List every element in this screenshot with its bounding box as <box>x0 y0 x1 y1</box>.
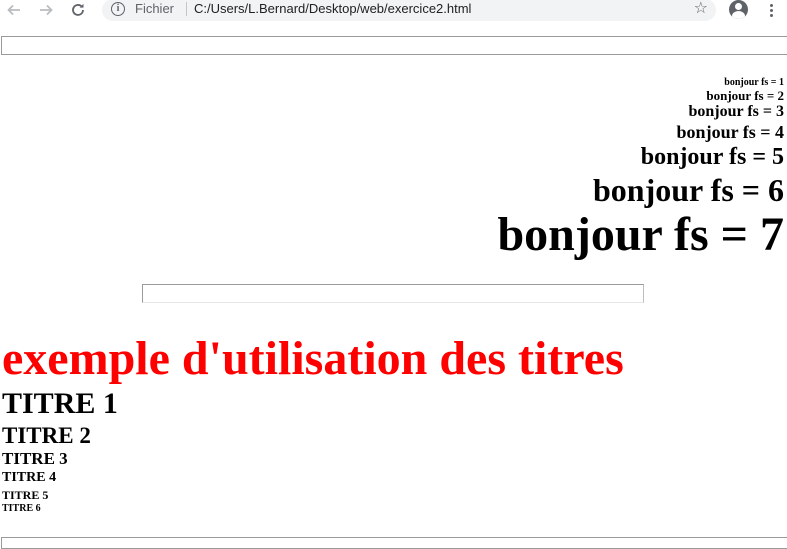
address-bar[interactable]: i Fichier C:/Users/L.Bernard/Desktop/web… <box>102 0 716 21</box>
forward-button[interactable] <box>35 1 57 19</box>
heading-5: TITRE 5 <box>2 488 49 502</box>
horizontal-rule-top <box>1 36 787 55</box>
main-title: exemple d'utilisation des titres <box>2 332 624 385</box>
font-size-2-text: bonjour fs = 2 <box>706 88 784 103</box>
info-icon[interactable]: i <box>111 2 125 16</box>
font-size-6-text: bonjour fs = 6 <box>592 172 784 208</box>
omnibox-divider <box>186 2 187 16</box>
heading-1: TITRE 1 <box>2 387 118 420</box>
heading-3: TITRE 3 <box>2 449 68 468</box>
star-icon[interactable]: ☆ <box>694 0 708 18</box>
account-icon[interactable] <box>729 0 748 19</box>
horizontal-rule-bottom <box>1 537 787 549</box>
kebab-menu-icon[interactable] <box>764 1 778 19</box>
back-button[interactable] <box>3 1 25 19</box>
heading-6: TITRE 6 <box>2 503 41 514</box>
font-size-7-text: bonjour fs = 7 <box>497 208 784 261</box>
arrow-right-icon <box>40 4 53 16</box>
scheme-label: Fichier <box>135 1 175 16</box>
heading-2: TITRE 2 <box>2 423 91 448</box>
browser-toolbar: i Fichier C:/Users/L.Bernard/Desktop/web… <box>0 0 787 24</box>
reload-icon <box>72 3 84 16</box>
heading-4: TITRE 4 <box>2 470 57 485</box>
reload-button[interactable] <box>67 1 89 19</box>
arrow-left-icon <box>7 4 20 16</box>
font-size-1-text: bonjour fs = 1 <box>724 77 784 88</box>
url-text[interactable]: C:/Users/L.Bernard/Desktop/web/exercice2… <box>194 1 471 16</box>
font-size-5-text: bonjour fs = 5 <box>640 144 784 170</box>
font-size-4-text: bonjour fs = 4 <box>676 122 784 142</box>
horizontal-rule-middle <box>142 284 644 303</box>
font-size-3-text: bonjour fs = 3 <box>688 103 784 120</box>
